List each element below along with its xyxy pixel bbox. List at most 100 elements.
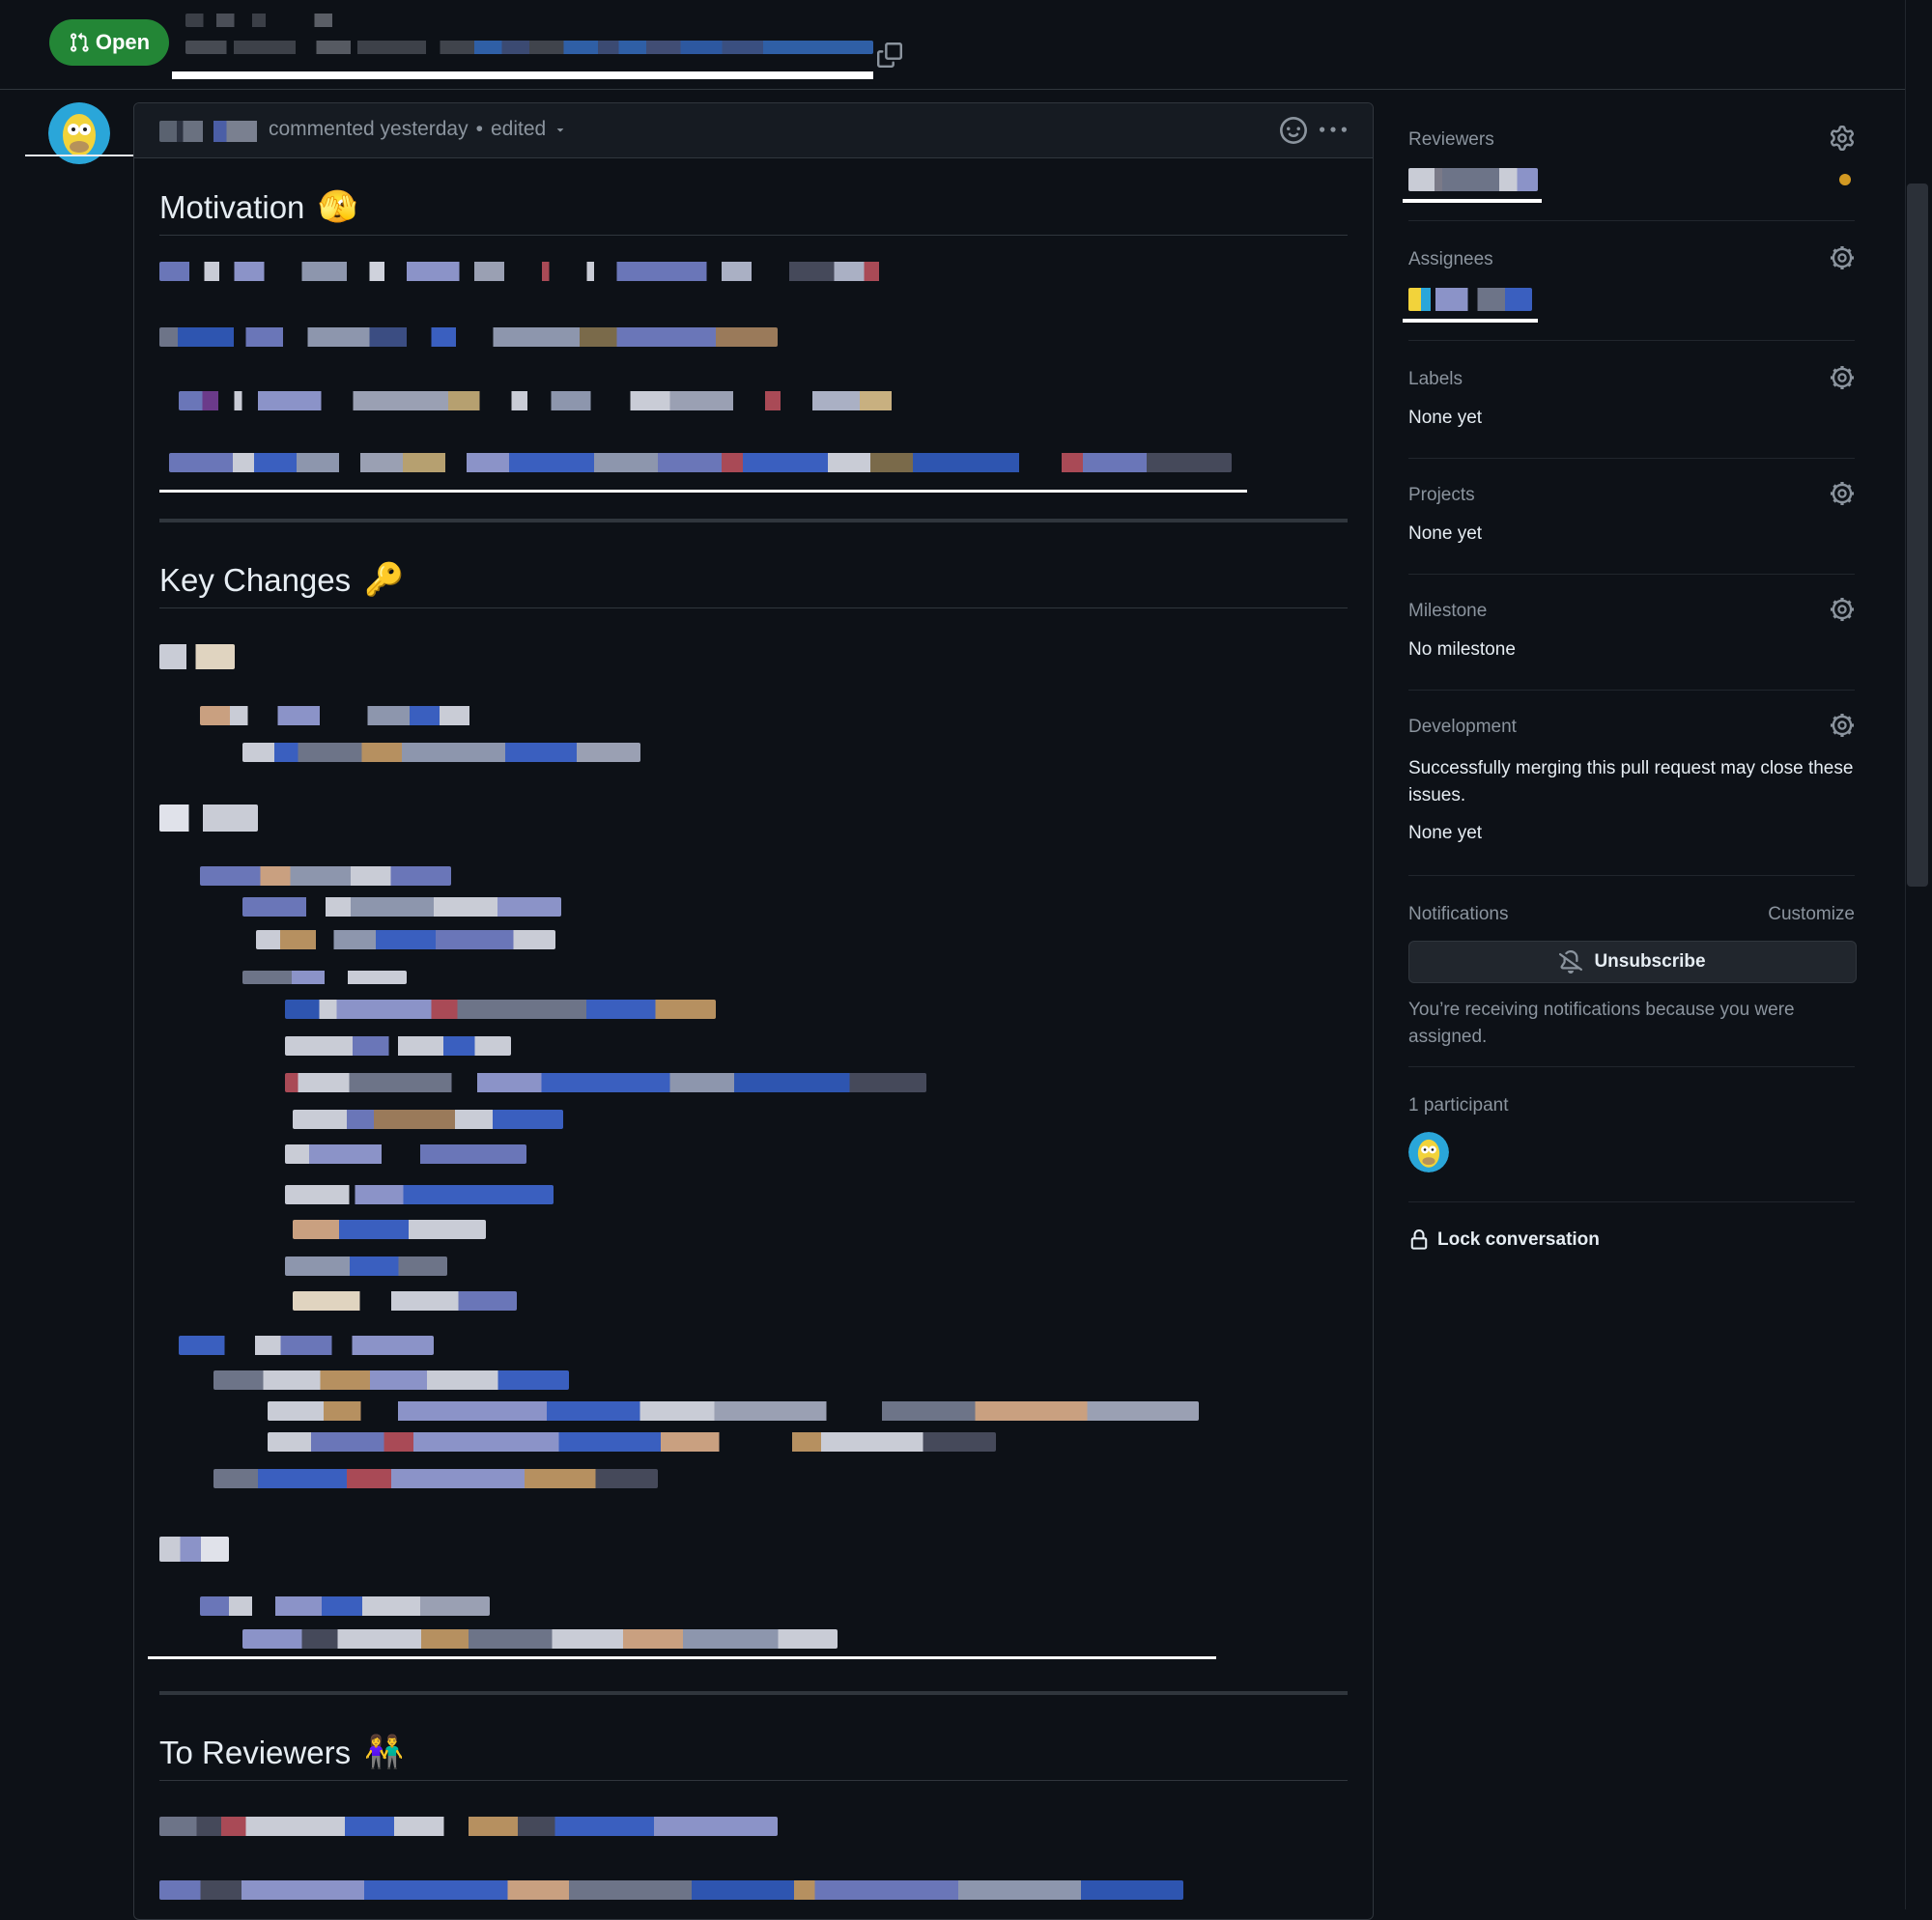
redacted-list-item: [293, 1220, 486, 1239]
heading-to-reviewers: To Reviewers 👫: [159, 1734, 404, 1771]
projects-title[interactable]: Projects: [1408, 485, 1475, 506]
development-value: None yet: [1408, 823, 1483, 843]
heading-motivation-text: Motivation: [159, 188, 305, 225]
pr-header: Open: [0, 0, 1905, 90]
copy-icon[interactable]: [877, 42, 902, 68]
sidebar-divider: [1408, 875, 1855, 876]
section-divider: [159, 519, 1348, 522]
redacted-list-item: [159, 1537, 229, 1562]
redacted-list-item: [200, 866, 451, 886]
participant-avatar[interactable]: [1408, 1132, 1449, 1172]
heading-rule: [159, 1780, 1348, 1781]
triangle-down-icon[interactable]: [554, 123, 567, 136]
redacted-paragraph: [169, 453, 1232, 472]
sidebar-divider: [1408, 1066, 1855, 1067]
redacted-list-item: [285, 1036, 511, 1056]
redacted-list-item: [242, 971, 407, 984]
notifications-title: Notifications: [1408, 904, 1509, 924]
comment-action: commented yesterday: [269, 118, 469, 140]
redacted-list-item: [268, 1432, 996, 1452]
reviewers-title[interactable]: Reviewers: [1408, 129, 1494, 151]
reviewer-underline: [1403, 199, 1542, 203]
scrollbar-thumb[interactable]: [1907, 184, 1928, 887]
kebab-horizontal-icon[interactable]: [1319, 117, 1348, 144]
heading-key-changes-text: Key Changes: [159, 561, 352, 598]
comment-meta: commented yesterday • edited: [269, 118, 567, 141]
sidebar-divider: [1408, 690, 1855, 691]
redacted-list-item: [285, 1073, 926, 1092]
edited-dropdown[interactable]: edited: [491, 118, 546, 141]
redacted-list-item: [213, 1370, 569, 1390]
redacted-list-item: [159, 805, 258, 832]
heading-rule: [159, 235, 1348, 236]
notification-reason: You’re receiving notifications because y…: [1408, 1000, 1795, 1047]
pr-state-badge: Open: [49, 19, 169, 66]
sidebar-divider: [1408, 220, 1855, 221]
unsubscribe-button[interactable]: Unsubscribe: [1408, 941, 1857, 983]
redacted-list-item: [285, 1185, 554, 1204]
redacted-list-item: [200, 706, 499, 725]
pr-title-redacted: [185, 14, 873, 64]
unsubscribe-label: Unsubscribe: [1594, 951, 1706, 972]
assignee-redacted[interactable]: [1408, 288, 1532, 311]
customize-link[interactable]: Customize: [1768, 904, 1855, 925]
reviewers-gear-icon[interactable]: [1830, 126, 1855, 151]
heading-to-reviewers-emoji: 👫: [364, 1734, 405, 1769]
milestone-title[interactable]: Milestone: [1408, 601, 1487, 622]
labels-gear-icon[interactable]: [1830, 365, 1855, 390]
participants-title: 1 participant: [1408, 1095, 1509, 1115]
redacted-list-item: [285, 1000, 716, 1019]
smiley-icon[interactable]: [1280, 117, 1307, 144]
redacted-list-item: [242, 1629, 838, 1649]
development-description: Successfully merging this pull request m…: [1408, 758, 1854, 805]
redacted-paragraph: [179, 391, 971, 410]
development-gear-icon[interactable]: [1830, 713, 1855, 738]
participant-avatar-image: [1408, 1132, 1449, 1172]
redacted-list-item: [242, 743, 640, 762]
lock-conversation-button[interactable]: Lock conversation: [1408, 1228, 1855, 1252]
meta-separator: •: [475, 118, 483, 140]
development-title[interactable]: Development: [1408, 717, 1517, 738]
sidebar-divider: [1408, 340, 1855, 341]
heading-motivation: Motivation 🫣: [159, 188, 358, 226]
redacted-list-item: [179, 1336, 434, 1355]
milestone-gear-icon[interactable]: [1830, 597, 1855, 622]
pending-review-dot: [1839, 174, 1851, 185]
pr-state-label: Open: [95, 30, 151, 54]
redacted-list-item: [285, 1144, 526, 1164]
heading-key-changes: Key Changes 🔑: [159, 561, 404, 599]
sidebar-divider: [1408, 574, 1855, 575]
redacted-paragraph: [159, 1817, 778, 1836]
comment-box: commented yesterday • edited Motivation …: [133, 102, 1374, 1920]
labels-value: None yet: [1408, 408, 1483, 428]
projects-gear-icon[interactable]: [1830, 481, 1855, 506]
redacted-list-item: [268, 1401, 1199, 1421]
assignees-gear-icon[interactable]: [1830, 245, 1855, 270]
assignees-title[interactable]: Assignees: [1408, 249, 1493, 270]
lock-conversation-label: Lock conversation: [1437, 1229, 1600, 1250]
redacted-list-item: [213, 1469, 658, 1488]
projects-value: None yet: [1408, 523, 1483, 544]
sidebar-divider: [1408, 1201, 1855, 1202]
bell-slash-icon: [1559, 950, 1583, 974]
section-divider: [159, 1691, 1348, 1695]
redacted-list-item: [293, 1110, 563, 1129]
comment-author-redacted[interactable]: [159, 121, 268, 142]
assignee-underline: [1403, 319, 1538, 323]
sidebar-divider: [1408, 458, 1855, 459]
reviewer-redacted[interactable]: [1408, 168, 1538, 191]
labels-title[interactable]: Labels: [1408, 369, 1463, 390]
redacted-list-item: [200, 1596, 490, 1616]
comment-header: commented yesterday • edited: [134, 103, 1373, 158]
redaction-underline: [159, 490, 1247, 493]
redaction-underline: [148, 1656, 1216, 1659]
heading-motivation-emoji: 🫣: [318, 188, 358, 224]
redacted-paragraph: [159, 1880, 1183, 1900]
redacted-list-item: [242, 897, 561, 917]
redacted-list-item: [256, 930, 555, 949]
heading-rule: [159, 607, 1348, 608]
redacted-list-item: [159, 644, 235, 669]
redacted-paragraph: [159, 327, 778, 347]
git-pull-request-icon: [70, 32, 89, 52]
heading-to-reviewers-text: To Reviewers: [159, 1734, 352, 1770]
